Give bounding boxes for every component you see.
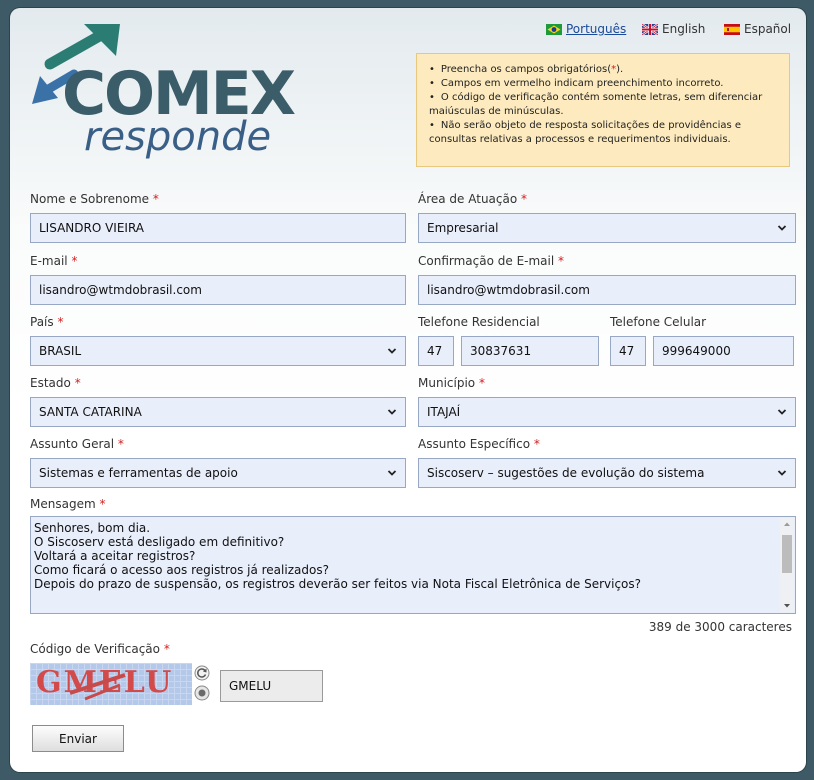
- state-select-value: SANTA CATARINA: [39, 405, 142, 419]
- scroll-down-arrow-icon[interactable]: [783, 603, 791, 609]
- chevron-down-icon: [777, 409, 787, 415]
- email-confirm-input[interactable]: lisandro@wtmdobrasil.com: [418, 275, 796, 305]
- specific-subject-select-value: Siscoserv – sugestões de evolução do sis…: [427, 466, 705, 480]
- chevron-down-icon: [387, 348, 397, 354]
- home-phone-label: Telefone Residencial: [418, 315, 540, 329]
- city-label: Município *: [418, 376, 485, 390]
- lang-portuguese-label: Português: [566, 22, 627, 36]
- uk-flag-icon: [642, 23, 658, 35]
- specific-subject-select[interactable]: Siscoserv – sugestões de evolução do sis…: [418, 458, 796, 488]
- cell-phone-ddd-input[interactable]: 47: [610, 336, 646, 366]
- logo-responde-text: responde: [84, 114, 271, 160]
- captcha-label: Código de Verificação *: [30, 642, 170, 656]
- message-line: Depois do prazo de suspensão, os registr…: [34, 577, 642, 591]
- email-confirm-label: Confirmação de E-mail *: [418, 254, 565, 268]
- city-select-value: ITAJAÍ: [427, 405, 461, 419]
- message-line: Voltará a aceitar registros?: [34, 549, 196, 563]
- comex-responde-logo: COMEX responde: [32, 24, 298, 160]
- spain-flag-icon: [724, 23, 740, 35]
- message-label: Mensagem *: [30, 497, 106, 511]
- state-select[interactable]: SANTA CATARINA: [30, 397, 406, 427]
- email-label: E-mail *: [30, 254, 78, 268]
- refresh-captcha-icon[interactable]: [194, 665, 210, 681]
- lang-english-label: English: [662, 22, 706, 36]
- home-phone-ddd-input[interactable]: 47: [418, 336, 454, 366]
- notice-item-captcha: O código de verificação contém somente l…: [429, 91, 781, 119]
- state-label: Estado *: [30, 376, 81, 390]
- message-line: Como ficará o acesso aos registros já re…: [34, 563, 329, 577]
- area-label: Área de Atuação *: [418, 192, 528, 206]
- name-input[interactable]: LISANDRO VIEIRA: [30, 213, 406, 243]
- chevron-down-icon: [777, 225, 787, 231]
- notice-item-disclaimer: Não serão objeto de resposta solicitaçõe…: [429, 119, 781, 147]
- instructions-notice: Preencha os campos obrigatórios(*). Camp…: [416, 53, 790, 167]
- lang-spanish-label: Español: [744, 22, 792, 36]
- message-textarea[interactable]: Senhores, bom dia. O Siscoserv está desl…: [30, 516, 796, 614]
- captcha-input[interactable]: GMELU: [220, 670, 323, 702]
- general-subject-label: Assunto Geral *: [30, 437, 124, 451]
- chevron-down-icon: [777, 470, 787, 476]
- general-subject-select-value: Sistemas e ferramentas de apoio: [39, 466, 238, 480]
- notice-item-required: Preencha os campos obrigatórios(*).: [429, 63, 781, 77]
- captcha-image: GMELU: [30, 663, 192, 705]
- message-line: Senhores, bom dia.: [34, 521, 151, 535]
- message-line: O Siscoserv está desligado em definitivo…: [34, 535, 285, 549]
- area-select-value: Empresarial: [427, 221, 499, 235]
- home-phone-number-input[interactable]: 30837631: [461, 336, 599, 366]
- cell-phone-number-input[interactable]: 999649000: [653, 336, 794, 366]
- char-counter: 389 de 3000 caracteres: [648, 620, 792, 634]
- city-select[interactable]: ITAJAÍ: [418, 397, 796, 427]
- name-label: Nome e Sobrenome *: [30, 192, 159, 206]
- brazil-flag-icon: [546, 23, 562, 35]
- lang-english[interactable]: English: [642, 22, 705, 36]
- message-scrollbar[interactable]: [780, 518, 794, 612]
- notice-item-red-fields: Campos em vermelho indicam preenchimento…: [429, 77, 781, 91]
- country-select[interactable]: BRASIL: [30, 336, 406, 366]
- chevron-down-icon: [387, 409, 397, 415]
- captcha-noise-icon: [69, 673, 126, 701]
- general-subject-select[interactable]: Sistemas e ferramentas de apoio: [30, 458, 406, 488]
- scroll-up-arrow-icon[interactable]: [783, 521, 791, 527]
- submit-button[interactable]: Enviar: [32, 725, 124, 752]
- chevron-down-icon: [387, 470, 397, 476]
- email-input[interactable]: lisandro@wtmdobrasil.com: [30, 275, 406, 305]
- scrollbar-thumb[interactable]: [782, 535, 792, 573]
- lang-spanish[interactable]: Español: [724, 22, 791, 36]
- audio-captcha-icon[interactable]: [194, 685, 210, 701]
- country-label: País *: [30, 315, 64, 329]
- cell-phone-label: Telefone Celular: [610, 315, 707, 329]
- area-select[interactable]: Empresarial: [418, 213, 796, 243]
- specific-subject-label: Assunto Específico *: [418, 437, 540, 451]
- country-select-value: BRASIL: [39, 344, 82, 358]
- lang-portuguese[interactable]: Português: [546, 22, 626, 36]
- form-panel: Português English Español COMEX responde…: [10, 8, 806, 772]
